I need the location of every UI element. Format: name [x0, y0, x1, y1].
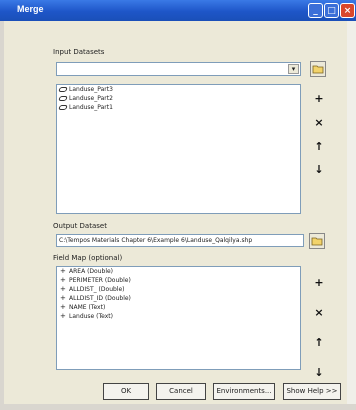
- arrow-up-icon: ↑: [314, 140, 324, 153]
- plus-icon: +: [314, 276, 324, 289]
- list-item[interactable]: Landuse_Part1: [57, 103, 300, 112]
- field-down-button[interactable]: ↓: [312, 366, 326, 380]
- list-item-label: NAME (Text): [69, 304, 106, 311]
- list-item[interactable]: + ALLDIST_ (Double): [57, 285, 300, 294]
- input-datasets-label: Input Datasets: [53, 48, 105, 56]
- minimize-button[interactable]: _: [308, 3, 323, 18]
- output-dataset-field[interactable]: C:\Tempos Materials Chapter 6\Example 6\…: [56, 234, 304, 247]
- list-item-label: Landuse_Part2: [69, 95, 113, 102]
- folder-icon: [311, 237, 323, 246]
- list-item-label: Landuse_Part3: [69, 86, 113, 93]
- polygon-layer-icon: [58, 87, 68, 92]
- expand-icon: +: [60, 285, 66, 293]
- environments-button[interactable]: Environments...: [213, 383, 275, 400]
- field-up-button[interactable]: ↑: [312, 336, 326, 350]
- field-map-list[interactable]: + AREA (Double) + PERIMETER (Double) + ALLD…: [56, 266, 301, 370]
- polygon-layer-icon: [58, 105, 68, 110]
- move-up-button[interactable]: ↑: [312, 140, 326, 154]
- arrow-down-icon: ↓: [314, 163, 324, 176]
- expand-icon: +: [60, 303, 66, 311]
- expand-icon: +: [60, 312, 66, 320]
- arrow-up-icon: ↑: [314, 336, 324, 349]
- list-item[interactable]: + AREA (Double): [57, 267, 300, 276]
- list-item-label: ALLDIST_ID (Double): [69, 295, 131, 302]
- x-icon: ×: [314, 116, 324, 129]
- title-bar: Merge _ □ ×: [0, 0, 356, 21]
- field-map-label: Field Map (optional): [53, 254, 123, 262]
- close-icon: ×: [343, 5, 352, 16]
- remove-dataset-button[interactable]: ×: [312, 116, 326, 130]
- cancel-button[interactable]: Cancel: [156, 383, 206, 400]
- remove-field-button[interactable]: ×: [312, 306, 326, 320]
- close-button[interactable]: ×: [340, 3, 355, 18]
- x-icon: ×: [314, 306, 324, 319]
- browse-input-button[interactable]: [310, 61, 326, 77]
- list-item[interactable]: Landuse_Part3: [57, 85, 300, 94]
- list-item-label: Landuse_Part1: [69, 104, 113, 111]
- list-item-label: AREA (Double): [69, 268, 114, 275]
- input-datasets-list[interactable]: Landuse_Part3 Landuse_Part2 Landuse_Part…: [56, 84, 301, 214]
- expand-icon: +: [60, 294, 66, 302]
- browse-output-button[interactable]: [309, 233, 325, 249]
- dialog-scrollbar[interactable]: [347, 21, 356, 404]
- list-item-label: ALLDIST_ (Double): [69, 286, 125, 293]
- maximize-icon: □: [327, 5, 336, 16]
- window-title: Merge: [17, 4, 44, 14]
- combo-dropdown-arrow[interactable]: ▾: [288, 64, 299, 74]
- input-datasets-combo[interactable]: ▾: [56, 62, 301, 76]
- plus-icon: +: [314, 92, 324, 105]
- list-item-label: Landuse (Text): [69, 313, 113, 320]
- list-item[interactable]: + NAME (Text): [57, 303, 300, 312]
- folder-icon: [312, 65, 324, 74]
- expand-icon: +: [60, 276, 66, 284]
- list-item[interactable]: + Landuse (Text): [57, 312, 300, 321]
- show-help-button[interactable]: Show Help >>: [283, 383, 341, 400]
- list-item[interactable]: Landuse_Part2: [57, 94, 300, 103]
- maximize-button[interactable]: □: [324, 3, 339, 18]
- add-field-button[interactable]: +: [312, 276, 326, 290]
- minimize-icon: _: [313, 5, 318, 16]
- list-item-label: PERIMETER (Double): [69, 277, 131, 284]
- ok-button[interactable]: OK: [103, 383, 149, 400]
- arrow-down-icon: ↓: [314, 366, 324, 379]
- expand-icon: +: [60, 267, 66, 275]
- output-dataset-label: Output Dataset: [53, 222, 107, 230]
- chevron-down-icon: ▾: [291, 65, 296, 73]
- list-item[interactable]: + PERIMETER (Double): [57, 276, 300, 285]
- list-item[interactable]: + ALLDIST_ID (Double): [57, 294, 300, 303]
- polygon-layer-icon: [58, 96, 68, 101]
- move-down-button[interactable]: ↓: [312, 163, 326, 177]
- add-dataset-button[interactable]: +: [312, 92, 326, 106]
